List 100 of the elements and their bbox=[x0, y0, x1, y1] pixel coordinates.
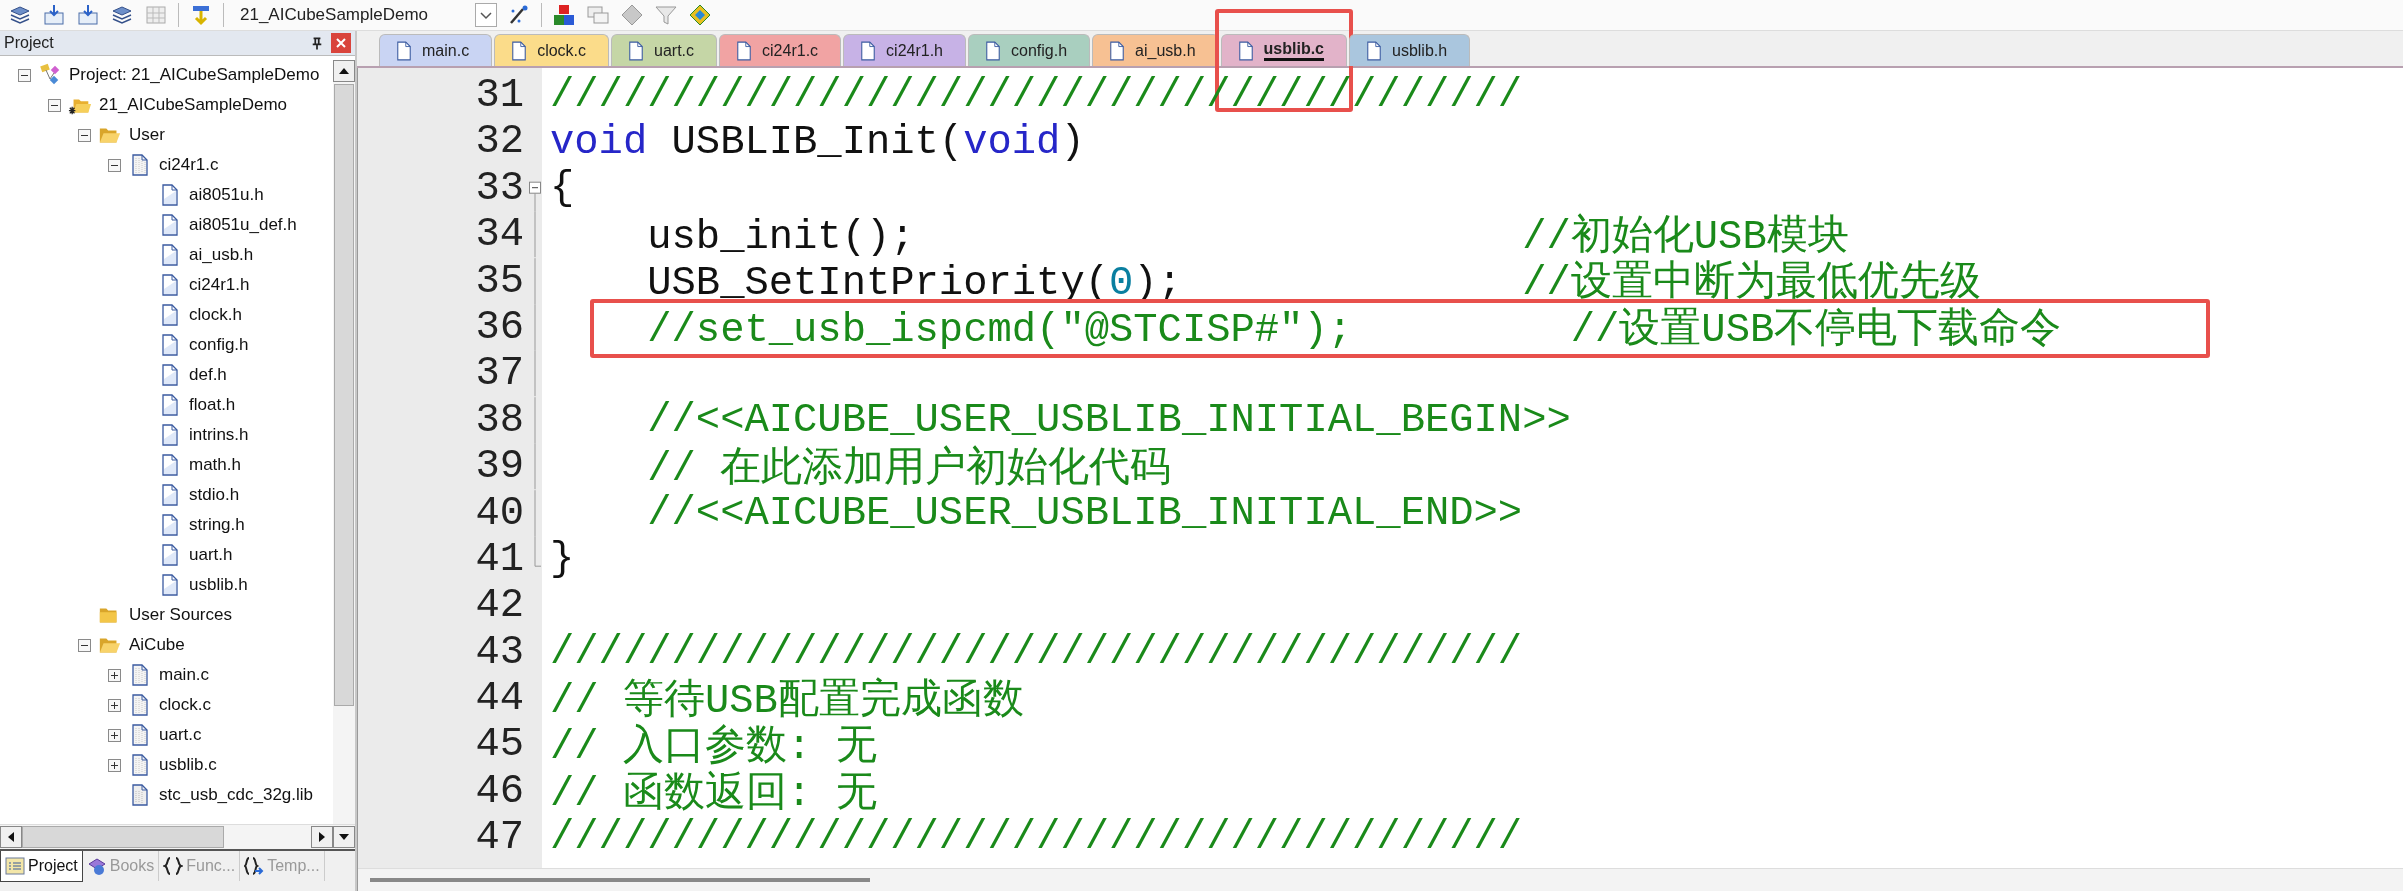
download-icon[interactable] bbox=[76, 3, 100, 27]
file-tab[interactable]: ci24r1.c bbox=[719, 34, 842, 66]
project-icon bbox=[38, 63, 62, 87]
file-icon bbox=[396, 40, 412, 61]
scroll-down-icon[interactable] bbox=[333, 826, 355, 848]
expand-icon[interactable] bbox=[108, 728, 121, 742]
file-tab[interactable]: ci24r1.h bbox=[843, 34, 966, 66]
braces-icon bbox=[163, 856, 184, 876]
download-icon[interactable] bbox=[42, 3, 66, 27]
code-text: //////////////////////////////////////// bbox=[550, 814, 1523, 861]
code-text: void bbox=[550, 118, 648, 165]
file-tab[interactable]: main.c bbox=[379, 34, 493, 66]
file-tab[interactable]: usblib.c bbox=[1220, 34, 1347, 66]
line-number: 44 bbox=[474, 675, 525, 722]
code-text: { bbox=[550, 164, 575, 211]
code-text: // 在此添加用户初始化代码 bbox=[646, 445, 1172, 492]
tree-item[interactable]: ai8051u_def.h bbox=[189, 215, 297, 235]
book-icon bbox=[86, 856, 107, 876]
line-number: 40 bbox=[474, 489, 525, 536]
line-number: 38 bbox=[474, 396, 525, 444]
code-text: void bbox=[963, 118, 1061, 165]
expand-icon[interactable] bbox=[108, 668, 121, 682]
tree-item[interactable]: config.h bbox=[189, 335, 249, 355]
tree-item[interactable]: 21_AICubeSampleDemo bbox=[99, 95, 288, 115]
colorful-diamond-icon[interactable] bbox=[688, 3, 712, 27]
code-text: USB_SetIntPriority( bbox=[646, 260, 1109, 307]
tree-item[interactable]: intrins.h bbox=[189, 425, 249, 445]
scroll-up-icon[interactable] bbox=[333, 60, 355, 82]
vertical-scrollbar[interactable] bbox=[333, 60, 355, 824]
tree-item[interactable]: ci24r1.c bbox=[159, 155, 219, 175]
file-tab[interactable]: usblib.h bbox=[1349, 34, 1471, 66]
code-text: USBLIB_Init( bbox=[670, 118, 964, 165]
code-text: //<<AICUBE_USER_USBLIB_INITIAL_BEGIN>> bbox=[646, 396, 1571, 443]
panel-tab[interactable]: Project bbox=[0, 851, 83, 882]
line-number: 35 bbox=[474, 257, 525, 304]
tree-item[interactable]: main.c bbox=[159, 665, 210, 685]
tree-item[interactable]: clock.h bbox=[189, 305, 242, 325]
expand-icon[interactable] bbox=[108, 758, 121, 772]
code-text: //////////////////////////////////////// bbox=[550, 628, 1523, 675]
panel-title: Project bbox=[4, 34, 55, 52]
tree-item[interactable]: math.h bbox=[189, 455, 241, 475]
tree-item[interactable]: ai8051u.h bbox=[189, 185, 264, 205]
line-number: 39 bbox=[474, 443, 525, 490]
line-number: 36 bbox=[474, 303, 525, 351]
code-text: ) bbox=[1060, 118, 1085, 165]
line-number: 41 bbox=[474, 535, 525, 583]
tree-item[interactable]: AiCube bbox=[129, 635, 185, 655]
scroll-left-icon[interactable] bbox=[0, 826, 22, 848]
chevron-down-icon[interactable] bbox=[475, 3, 497, 27]
tree-item[interactable]: uart.h bbox=[189, 545, 233, 565]
expand-icon[interactable] bbox=[108, 698, 121, 712]
line-number: 45 bbox=[474, 721, 525, 768]
file-tab[interactable]: clock.c bbox=[494, 34, 610, 66]
file-icon bbox=[736, 40, 753, 61]
file-icon bbox=[1366, 40, 1382, 61]
line-number: 46 bbox=[474, 767, 525, 815]
tree-item[interactable]: float.h bbox=[189, 395, 236, 415]
collapse-icon[interactable] bbox=[48, 98, 61, 112]
list-icon bbox=[5, 856, 25, 876]
collapse-icon[interactable] bbox=[108, 158, 121, 172]
tree-item[interactable]: stc_usb_cdc_32g.lib bbox=[159, 785, 314, 805]
blocks-icon[interactable] bbox=[552, 3, 576, 27]
tree-item[interactable]: ci24r1.h bbox=[189, 275, 250, 295]
collapse-icon[interactable] bbox=[78, 128, 91, 142]
tree-item[interactable]: User bbox=[129, 125, 165, 145]
file-tab[interactable]: uart.c bbox=[611, 34, 718, 66]
scroll-right-icon[interactable] bbox=[311, 826, 333, 848]
scrollbar-thumb[interactable] bbox=[22, 826, 224, 848]
line-number: 31 bbox=[474, 72, 525, 119]
tree-item[interactable]: usblib.c bbox=[159, 755, 217, 775]
tree-item[interactable]: ai_usb.h bbox=[189, 245, 254, 265]
tree-item[interactable]: User Sources bbox=[129, 605, 232, 625]
tree-item[interactable]: Project: 21_AICubeSampleDemo bbox=[69, 65, 320, 85]
scrollbar-thumb[interactable] bbox=[370, 878, 870, 882]
tree-item[interactable]: stdio.h bbox=[189, 485, 240, 505]
file-icon bbox=[1237, 40, 1254, 61]
code-text: //<<AICUBE_USER_USBLIB_INITIAL_END>> bbox=[646, 489, 1523, 536]
code-text: // 入口参数: 无 bbox=[550, 724, 877, 771]
tree-item[interactable]: string.h bbox=[189, 515, 245, 535]
pin-icon[interactable] bbox=[311, 35, 323, 51]
code-text: //set_usb_ispcmd("@STCISP#"); //设置USB不停电下载命令 bbox=[646, 306, 2062, 353]
line-number: 47 bbox=[474, 814, 525, 861]
tree-item[interactable]: clock.c bbox=[159, 695, 211, 715]
collapse-icon[interactable] bbox=[78, 638, 91, 652]
file-icon bbox=[985, 40, 1001, 61]
file-tab[interactable]: config.h bbox=[968, 34, 1091, 66]
code-text: //设置中断为最低优先级 bbox=[1522, 260, 1981, 307]
file-icon bbox=[628, 40, 645, 61]
file-icon bbox=[860, 40, 877, 61]
tree-item[interactable]: uart.c bbox=[159, 725, 202, 745]
diamond-icon[interactable] bbox=[620, 3, 644, 27]
scrollbar-thumb[interactable] bbox=[334, 84, 354, 706]
code-text: // 等待USB配置完成函数 bbox=[550, 677, 1024, 724]
tree-item[interactable]: def.h bbox=[189, 365, 227, 385]
code-text: 0 bbox=[1109, 260, 1134, 307]
collapse-icon[interactable] bbox=[18, 68, 31, 82]
tree-item[interactable]: usblib.h bbox=[189, 575, 248, 595]
target-dropdown[interactable]: 21_AICubeSampleDemo bbox=[234, 3, 465, 27]
close-icon[interactable] bbox=[331, 33, 351, 53]
line-number: 32 bbox=[474, 118, 525, 165]
